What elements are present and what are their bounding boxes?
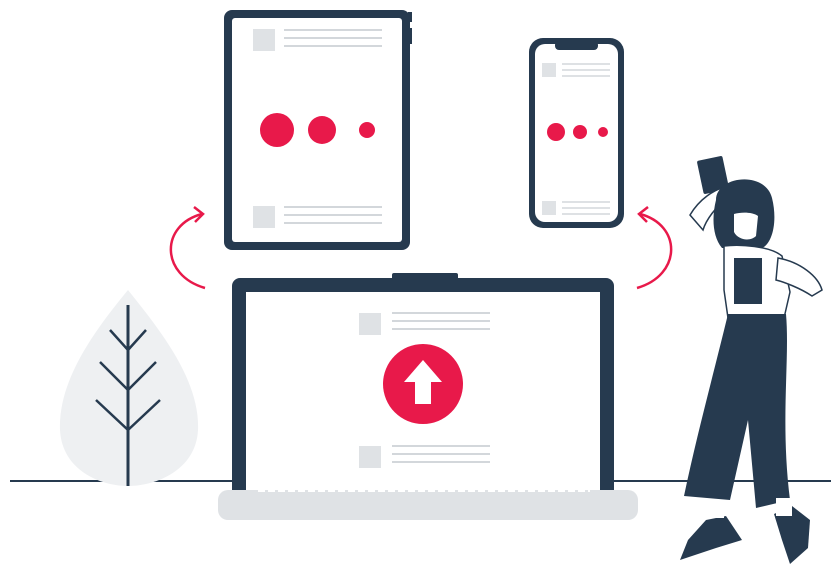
laptop <box>218 273 638 520</box>
curved-arrow-icon <box>169 206 206 290</box>
leaf-plant <box>59 290 199 486</box>
laptop-base <box>218 490 638 520</box>
upload-button[interactable] <box>383 344 463 424</box>
responsive-design-illustration <box>10 10 831 564</box>
curved-arrow-icon <box>636 206 673 290</box>
laptop-thumbnail-bottom <box>359 446 381 468</box>
phone <box>529 38 624 228</box>
tablet <box>224 10 412 250</box>
laptop-thumbnail-top <box>359 313 381 335</box>
woman-figure <box>680 156 823 564</box>
